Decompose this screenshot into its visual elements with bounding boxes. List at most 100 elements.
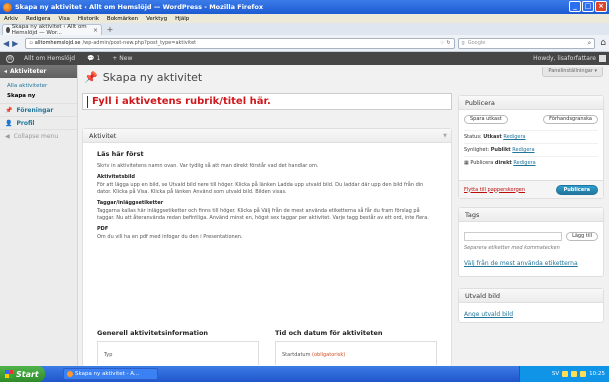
image-heading: Aktivitetsbild — [97, 174, 136, 180]
aktivitet-instructions: Läs här först Skriv in aktivitetens namn… — [83, 143, 451, 241]
sidebar-sub-skapa-ny[interactable]: Skapa ny — [7, 91, 77, 101]
edit-visibility-link[interactable]: Redigera — [512, 147, 534, 153]
menu-bokmarken[interactable]: Bokmärken — [107, 16, 138, 22]
publish-button[interactable]: Publicera — [555, 184, 598, 195]
section-time: Tid och datum för aktiviteten Startdatum… — [267, 329, 445, 365]
text-caret — [87, 95, 88, 108]
forward-icon[interactable]: ▶ — [12, 39, 18, 48]
sidebar-item-label: Profil — [16, 119, 35, 127]
sidebar-item-profil[interactable]: 👤 Profil — [0, 116, 77, 129]
system-tray: SV 10:25 — [519, 366, 609, 382]
status-row: Status: Utkast Redigera — [464, 130, 598, 143]
window-titlebar: Skapa ny aktivitet ‹ Allt om Hemslöjd — … — [0, 0, 609, 14]
menu-visa[interactable]: Visa — [58, 16, 69, 22]
taskbar: Start Skapa ny aktivitet - A... SV 10:25 — [0, 366, 609, 382]
home-icon[interactable]: ⌂ — [600, 38, 606, 48]
sidebar-item-aktiviteter[interactable]: ◂ Aktiviteter — [0, 65, 77, 78]
search-placeholder: Google — [467, 40, 486, 46]
pdf-heading: PDF — [97, 226, 109, 232]
url-domain: alltomhemslojd.se — [34, 40, 81, 46]
tags-metabox: Tags Lägg till Separera etiketter med ko… — [458, 207, 604, 277]
tray-icon[interactable] — [580, 371, 587, 377]
url-bar[interactable]: ▫ alltomhemslojd.se/wp-admin/post-new.ph… — [25, 37, 455, 49]
visibility-row: Synlighet: Publikt Redigera — [464, 143, 598, 156]
visibility-label: Synlighet: — [464, 147, 490, 153]
tab-close-icon[interactable]: × — [93, 27, 98, 34]
arrow-icon: ◂ — [4, 68, 8, 75]
back-icon[interactable]: ◀ — [3, 39, 9, 48]
close-icon[interactable]: × — [595, 1, 607, 12]
tray-icon[interactable] — [562, 371, 569, 377]
aktivitet-metabox: Aktivitet ▼ Läs här först Skriv in aktiv… — [82, 128, 452, 366]
sidebar-item-label: Föreningar — [16, 106, 54, 114]
featured-image-header[interactable]: Utvald bild — [459, 289, 603, 303]
browser-tab[interactable]: Skapa ny aktivitet ‹ Allt om Hemslöjd — … — [2, 24, 102, 36]
new-tab-icon[interactable]: + — [104, 25, 116, 35]
title-input-value: Fyll i aktivetens rubrik/titel här. — [92, 96, 271, 107]
admin-comments[interactable]: 💬 1 — [87, 55, 100, 62]
wordpress-logo-icon[interactable]: W — [6, 54, 14, 63]
preview-button[interactable]: Förhandsgranska — [543, 115, 598, 124]
section-time-body: Startdatum (obligatorisk) — [275, 341, 437, 365]
avatar — [599, 55, 606, 62]
menu-redigera[interactable]: Redigera — [26, 16, 50, 22]
title-input[interactable]: Fyll i aktivetens rubrik/titel här. — [82, 93, 452, 110]
save-draft-button[interactable]: Spara utkast — [464, 115, 508, 124]
sidebar-item-label: Aktiviteter — [10, 68, 47, 75]
reload-icon[interactable]: ↻ — [446, 40, 450, 46]
sidebar-collapse-menu[interactable]: ◀ Collapse menu — [0, 129, 77, 142]
search-box[interactable]: g Google ⌕ — [457, 37, 596, 49]
start-button[interactable]: Start — [0, 366, 45, 382]
bookmark-star-icon[interactable]: ☆ — [440, 40, 444, 46]
edit-status-link[interactable]: Redigera — [503, 134, 525, 140]
section-general: Generell aktivitetsinformation Typ — [89, 329, 267, 365]
screen-options-button[interactable]: Panelinställningar ▾ — [542, 67, 603, 77]
tags-header[interactable]: Tags — [459, 208, 603, 222]
aktivitet-header[interactable]: Aktivitet ▼ — [83, 129, 451, 143]
tags-input[interactable] — [464, 232, 563, 241]
trash-link[interactable]: Flytta till papperskorgen — [464, 187, 525, 193]
language-indicator[interactable]: SV — [552, 371, 559, 377]
clock[interactable]: 10:25 — [589, 371, 605, 377]
minimize-icon[interactable]: _ — [569, 1, 581, 12]
tray-icon[interactable] — [571, 371, 578, 377]
taskbar-firefox-item[interactable]: Skapa ny aktivitet - A... — [63, 368, 158, 380]
sidebar-sub-alla[interactable]: Alla aktiviteter — [7, 81, 77, 91]
comments-count: 1 — [96, 55, 101, 62]
tab-bar: Skapa ny aktivitet ‹ Allt om Hemslöjd — … — [0, 23, 609, 36]
admin-site-name[interactable]: Allt om Hemslöjd — [24, 55, 75, 62]
url-path: /wp-admin/post-new.php?post_type=aktivit… — [82, 40, 197, 46]
firefox-icon — [67, 371, 73, 377]
user-icon: 👤 — [5, 119, 13, 127]
menu-historik[interactable]: Historik — [78, 16, 99, 22]
pushpin-icon: 📌 — [84, 71, 98, 84]
menu-arkiv[interactable]: Arkiv — [4, 16, 18, 22]
instructions-title: Läs här först — [97, 150, 144, 158]
choose-tags-link[interactable]: Välj från de mest använda etiketterna — [464, 260, 578, 267]
edit-publish-link[interactable]: Redigera — [513, 160, 535, 166]
image-text: För att lägga upp en bild, se Utvald bil… — [97, 182, 424, 195]
admin-account[interactable]: Howdy, lisaforfattare — [533, 55, 606, 62]
set-featured-image-link[interactable]: Ange utvald bild — [464, 311, 513, 318]
menu-verktyg[interactable]: Verktyg — [146, 16, 167, 22]
toggle-arrow-icon[interactable]: ▼ — [443, 129, 447, 143]
pdf-text: Om du vill ha en pdf med infogar du den … — [97, 234, 243, 240]
publish-header[interactable]: Publicera — [459, 96, 603, 110]
taskbar-item-label: Skapa ny aktivitet - A... — [75, 371, 140, 377]
menu-hjalp[interactable]: Hjälp — [175, 16, 189, 22]
tags-hint: Separera etiketter med kommatecken — [464, 245, 560, 251]
window-controls: _ □ × — [569, 1, 607, 12]
wordpress-favicon-icon — [6, 27, 10, 33]
tags-text: Taggarna kallas här inläggsetiketter och… — [97, 208, 429, 221]
navigation-bar: ◀ ▶ ▫ alltomhemslojd.se/wp-admin/post-ne… — [0, 35, 609, 52]
search-icon[interactable]: ⌕ — [587, 39, 591, 48]
status-value: Utkast — [483, 134, 502, 140]
visibility-value: Publikt — [490, 147, 511, 153]
maximize-icon[interactable]: □ — [582, 1, 594, 12]
main-content: Panelinställningar ▾ 📌 Skapa ny aktivite… — [78, 65, 609, 366]
sidebar-item-foreningar[interactable]: 📌 Föreningar — [0, 103, 77, 116]
add-tag-button[interactable]: Lägg till — [566, 232, 598, 241]
firefox-icon — [3, 2, 12, 12]
admin-new[interactable]: + New — [112, 55, 132, 62]
publish-label: Publicera — [470, 160, 494, 166]
